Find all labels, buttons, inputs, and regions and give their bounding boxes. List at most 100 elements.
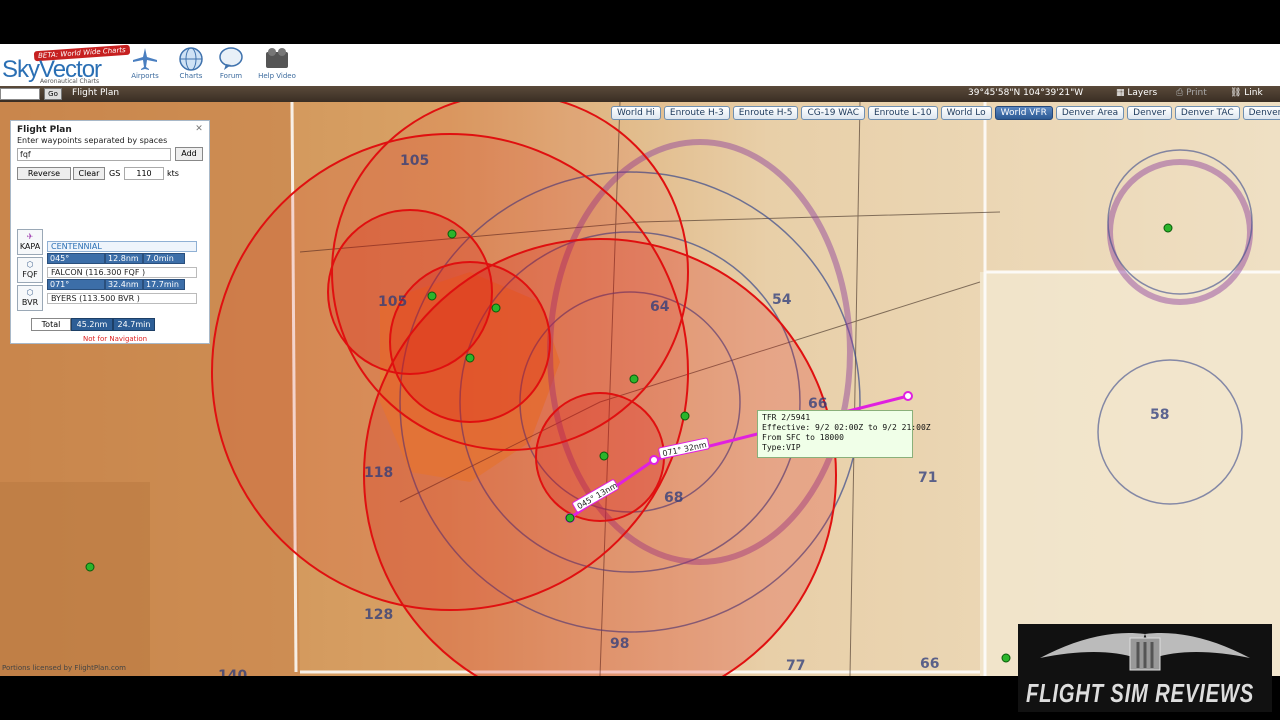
tfr-effective: Effective: 9/2 02:00Z to 9/2 21:00Z — [762, 423, 931, 432]
airport-marker[interactable] — [1001, 653, 1011, 663]
waypoint-id: FQF — [22, 270, 38, 279]
plains-terrain — [980, 272, 1280, 676]
chart-tab[interactable]: Enroute H-5 — [732, 106, 799, 120]
airport-marker[interactable] — [1163, 223, 1173, 233]
search-input[interactable] — [0, 88, 40, 100]
link-button[interactable]: ⛓ Link — [1230, 88, 1263, 98]
leg-row-1: 045° (058°T) 12.8nm 7.0min — [47, 253, 185, 273]
chart-tab[interactable]: World VFR — [994, 106, 1053, 120]
clear-button[interactable]: Clear — [73, 167, 105, 180]
mef-label: 68 — [664, 490, 683, 506]
airport-marker[interactable] — [680, 411, 690, 421]
flight-plan-panel: Flight Plan ✕ Enter waypoints separated … — [10, 120, 210, 344]
logo-subtitle: Aeronautical Charts — [40, 78, 100, 85]
chart-tabs: World Hi Enroute H-3 Enroute H-5 CG-19 WAC E… — [611, 106, 1280, 122]
airport-marker[interactable] — [491, 303, 501, 313]
chart-tab[interactable]: World Lo — [940, 106, 992, 120]
airport-marker[interactable] — [447, 229, 457, 239]
reverse-button[interactable]: Reverse — [17, 167, 71, 180]
mef-label: 98 — [610, 636, 629, 652]
nav-help-video[interactable]: Help Video — [254, 46, 300, 86]
ground-speed-label: GS — [109, 169, 121, 178]
layers-button[interactable]: ▦ Layers — [1116, 88, 1157, 98]
airport-icon: ✈ — [26, 232, 34, 241]
chart-tab[interactable]: Enroute H-3 — [663, 106, 730, 120]
airport-marker[interactable] — [427, 291, 437, 301]
waypoint-name[interactable]: FALCON (116.300 FQF ) — [47, 267, 197, 278]
waypoint-id: BVR — [21, 298, 39, 307]
flight-plan-link[interactable]: Flight Plan — [72, 88, 119, 98]
tfr-altitude: From SFC to 18000 — [762, 433, 844, 442]
mef-label: 77 — [786, 658, 805, 674]
chart-tab[interactable]: Enroute L-10 — [868, 106, 938, 120]
airport-marker[interactable] — [629, 374, 639, 384]
leg-distance: 32.4nm — [105, 279, 143, 290]
chart-tab[interactable]: Denver Area — [1055, 106, 1125, 120]
knots-label: kts — [167, 169, 179, 178]
mef-label: 140 — [218, 668, 247, 676]
globe-icon — [179, 47, 203, 71]
leg-distance: 12.8nm — [105, 253, 143, 264]
print-button[interactable]: ⎙ Print — [1176, 88, 1207, 98]
airport-marker[interactable] — [85, 562, 95, 572]
waypoint-icon-kapa[interactable]: ✈ KAPA — [17, 229, 43, 255]
airplane-icon — [133, 48, 157, 70]
layers-label: Layers — [1127, 88, 1158, 98]
flight-plan-hint: Enter waypoints separated by spaces — [17, 136, 168, 145]
waypoint-input[interactable]: fqf — [17, 148, 171, 161]
leg-course: 071° (082°T) — [47, 279, 105, 299]
chart-tab[interactable]: World Hi — [611, 106, 661, 120]
chart-tab[interactable]: Denver FLY — [1242, 106, 1280, 120]
link-icon: ⛓ — [1230, 88, 1245, 98]
close-icon[interactable]: ✕ — [194, 124, 204, 134]
mef-label: 105 — [378, 294, 407, 310]
chart-tab[interactable]: Denver — [1127, 106, 1172, 120]
chart-tab[interactable]: CG-19 WAC — [801, 106, 865, 120]
waypoint-icon-bvr[interactable]: ⬡ BVR — [17, 285, 43, 311]
add-button[interactable]: Add — [175, 147, 203, 161]
nav-forum[interactable]: Forum — [208, 46, 254, 86]
nav-airports[interactable]: Airports — [122, 46, 168, 86]
tfr-type: Type:VIP — [762, 443, 801, 452]
flight-plan-title: Flight Plan — [17, 125, 72, 135]
mef-label: 54 — [772, 292, 792, 308]
mef-label: 128 — [364, 607, 393, 623]
total-distance: 45.2nm — [71, 318, 113, 331]
mountain-terrain-south — [0, 482, 150, 676]
waypoint-id: KAPA — [19, 242, 41, 251]
airport-marker[interactable] — [565, 513, 575, 523]
map-credit: Portions licensed by FlightPlan.com — [2, 664, 126, 672]
vor-icon: ⬡ — [26, 260, 34, 269]
chat-bubble-icon — [219, 47, 243, 70]
leg-course: 045° (058°T) — [47, 253, 105, 273]
waypoint-icon-fqf[interactable]: ⬡ FQF — [17, 257, 43, 283]
not-for-navigation-warning: Not for Navigation — [83, 335, 148, 343]
mef-label: 71 — [918, 470, 937, 486]
airport-marker[interactable] — [599, 451, 609, 461]
nav-help-video-label: Help Video — [258, 72, 296, 80]
waypoint-name[interactable]: BYERS (113.500 BVR ) — [47, 293, 197, 304]
map-toolbar: Go Flight Plan 39°45'58"N 104°39'21"W ▦ … — [0, 86, 1280, 102]
leg-row-2: 071° (082°T) 32.4nm 17.7min — [47, 279, 185, 299]
mef-label: 118 — [364, 465, 393, 481]
link-label: Link — [1244, 88, 1263, 98]
waypoint-name[interactable]: CENTENNIAL — [47, 241, 197, 252]
chart-tab[interactable]: Denver TAC — [1174, 106, 1240, 120]
nav-forum-label: Forum — [219, 72, 243, 80]
flight-plan-total: Total 45.2nm 24.7min — [31, 318, 155, 331]
airport-marker[interactable] — [465, 353, 475, 363]
go-button[interactable]: Go — [44, 88, 62, 100]
layers-icon: ▦ — [1116, 88, 1128, 98]
wings-logo — [1040, 633, 1250, 671]
mef-label: 58 — [1150, 407, 1169, 423]
total-time: 24.7min — [113, 318, 155, 331]
ground-speed-input[interactable]: 110 — [124, 167, 164, 180]
printer-icon: ⎙ — [1176, 88, 1187, 98]
flight-sim-reviews-watermark: FLIGHT SIM REVIEWS — [1018, 624, 1272, 712]
tfr-north-circle[interactable] — [331, 93, 689, 451]
nav-airports-label: Airports — [131, 72, 159, 80]
mef-label: 64 — [650, 299, 670, 315]
tfr-id: TFR 2/5941 — [762, 413, 811, 422]
vor-icon: ⬡ — [26, 288, 34, 297]
film-reel-icon — [266, 48, 288, 68]
